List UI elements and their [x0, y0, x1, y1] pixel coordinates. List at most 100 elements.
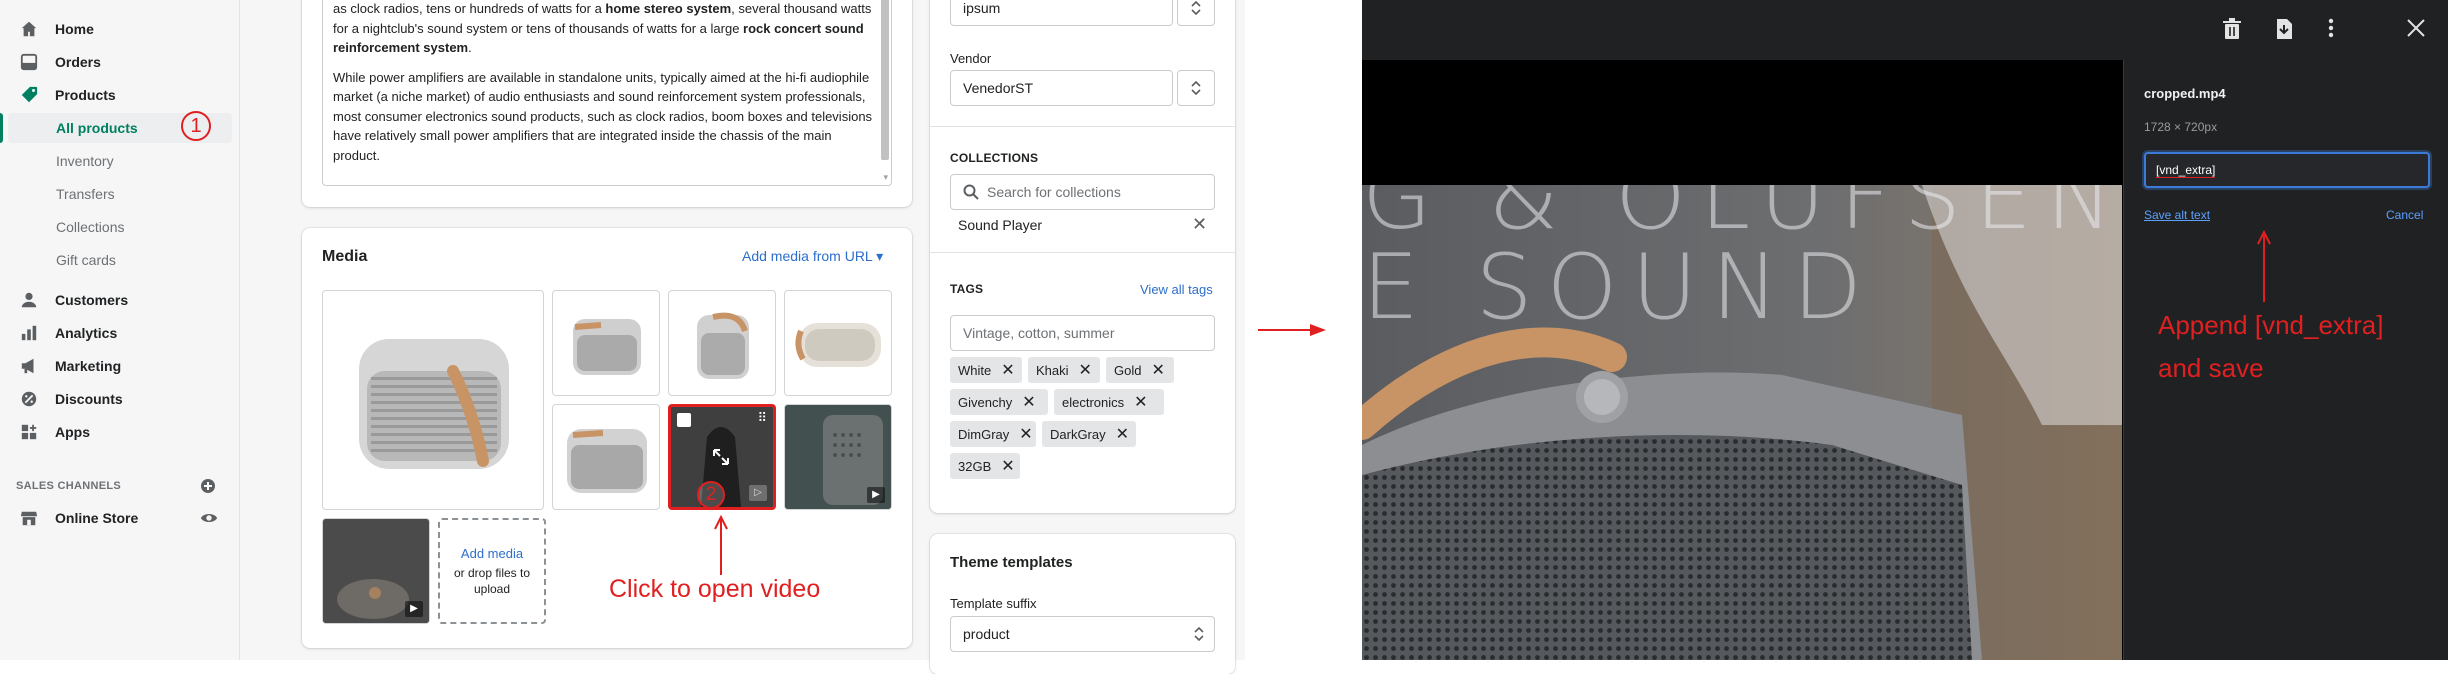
nav-gift-cards[interactable]: Gift cards	[0, 245, 232, 275]
expand-icon[interactable]	[711, 447, 731, 467]
add-sales-channel-icon[interactable]	[200, 478, 216, 494]
media-item-7[interactable]: ▶	[784, 404, 892, 510]
nav-discounts-label: Discounts	[55, 391, 123, 407]
tag-chip: electronics ✕	[1054, 389, 1164, 415]
collections-search[interactable]: Search for collections	[950, 174, 1215, 210]
type-select-arrows[interactable]	[1177, 0, 1215, 26]
media-item-5[interactable]	[552, 404, 660, 510]
nav-orders-label: Orders	[55, 54, 101, 70]
media-viewer: G & OLUFSEN E SOUND cropped.mp4 1728 × 7…	[1362, 0, 2448, 660]
megaphone-icon	[19, 356, 39, 376]
view-all-tags-link[interactable]: View all tags	[1140, 282, 1213, 297]
tag-label: DimGray	[958, 426, 1010, 442]
nav-transfers[interactable]: Transfers	[0, 179, 232, 209]
product-editor: as clock radios, tens or hundreds of wat…	[240, 0, 1245, 674]
divider	[930, 252, 1235, 253]
alt-text-value: [vnd_extra]	[2156, 163, 2216, 178]
drag-handle-icon[interactable]: ⠿	[757, 411, 767, 425]
nav-customers-label: Customers	[55, 292, 129, 308]
nav-home[interactable]: Home	[0, 14, 232, 44]
add-media-url-label: Add media from URL	[742, 248, 873, 264]
tag-chip: Gold ✕	[1106, 357, 1174, 383]
nav-products[interactable]: Products	[0, 80, 232, 110]
save-alt-text-link[interactable]: Save alt text	[2144, 208, 2210, 222]
discount-icon	[19, 389, 39, 409]
video-text-line-2: E SOUND	[1362, 235, 1876, 340]
tag-chip: White ✕	[950, 357, 1022, 383]
download-icon[interactable]	[2274, 18, 2296, 40]
transition-arrow	[1258, 322, 1328, 338]
product-type-field[interactable]: ipsum	[950, 0, 1173, 26]
nav-analytics-label: Analytics	[55, 325, 118, 341]
media-item-8[interactable]: ▶	[322, 518, 430, 624]
nav-orders[interactable]: Orders	[0, 47, 232, 77]
nav-online-store-label: Online Store	[55, 510, 139, 526]
video-player[interactable]: G & OLUFSEN E SOUND	[1362, 185, 2122, 660]
remove-tag-icon[interactable]: ✕	[1134, 392, 1147, 412]
template-suffix-value: product	[963, 626, 1010, 642]
remove-tag-icon[interactable]: ✕	[1079, 360, 1092, 380]
active-indicator	[0, 113, 3, 143]
remove-tag-icon[interactable]: ✕	[1151, 360, 1164, 380]
eye-icon[interactable]	[200, 510, 218, 526]
speaker-image	[359, 339, 509, 469]
media-item-4[interactable]	[784, 290, 892, 396]
remove-tag-icon[interactable]: ✕	[1116, 424, 1129, 444]
description-paragraph-2: While power amplifiers are available in …	[333, 69, 873, 163]
desc-text-1e: .	[468, 40, 472, 55]
remove-collection-icon[interactable]: ✕	[1192, 214, 1207, 235]
nav-inventory[interactable]: Inventory	[0, 146, 232, 176]
vendor-label: Vendor	[950, 51, 992, 66]
template-suffix-select[interactable]: product	[950, 616, 1215, 652]
speaker-thumb-2	[573, 319, 641, 375]
person-icon	[19, 290, 39, 310]
media-filename: cropped.mp4	[2144, 86, 2226, 101]
nav-customers[interactable]: Customers	[0, 285, 232, 315]
remove-tag-icon[interactable]: ✕	[1001, 456, 1014, 476]
select-checkbox[interactable]	[677, 413, 691, 427]
cancel-link[interactable]: Cancel	[2386, 208, 2423, 222]
media-dropzone[interactable]: Add media or drop files to upload	[438, 518, 546, 624]
video-play-icon: ▷	[749, 485, 767, 501]
scroll-down-icon[interactable]: ▾	[883, 172, 888, 183]
description-scrollbar[interactable]	[881, 0, 889, 160]
add-media-link[interactable]: Add media	[440, 546, 544, 561]
media-item-featured[interactable]	[322, 290, 544, 510]
nav-online-store[interactable]: Online Store	[0, 503, 232, 533]
remove-tag-icon[interactable]: ✕	[1001, 360, 1014, 380]
add-media-url-link[interactable]: Add media from URL ▾	[742, 248, 883, 265]
nav-analytics[interactable]: Analytics	[0, 318, 232, 348]
media-item-3[interactable]	[668, 290, 776, 396]
media-dimensions: 1728 × 720px	[2144, 120, 2218, 134]
vendor-select-arrows[interactable]	[1177, 70, 1215, 106]
nav-marketing[interactable]: Marketing	[0, 351, 232, 381]
tag-label: Khaki	[1036, 362, 1069, 378]
tag-chip: 32GB ✕	[950, 453, 1020, 479]
delete-icon[interactable]	[2222, 18, 2244, 40]
nav-gift-cards-label: Gift cards	[56, 252, 116, 268]
media-item-video-selected[interactable]: ⠿ ▷ 2	[668, 404, 776, 510]
vendor-field[interactable]: VenedorST	[950, 70, 1173, 106]
select-arrows-icon	[1194, 626, 1204, 644]
annotation-and-save: and save	[2158, 353, 2264, 383]
viewer-toolbar	[1362, 0, 2448, 60]
tags-heading: TAGS	[950, 282, 984, 296]
close-icon[interactable]	[2406, 18, 2428, 40]
desc-text-1a: as clock radios, tens or hundreds of wat…	[333, 1, 606, 16]
tag-icon	[19, 85, 39, 105]
remove-tag-icon[interactable]: ✕	[1019, 424, 1032, 444]
alt-text-input[interactable]: [vnd_extra]	[2144, 152, 2430, 188]
nav-apps[interactable]: Apps	[0, 417, 232, 447]
nav-discounts[interactable]: Discounts	[0, 384, 232, 414]
nav-apps-label: Apps	[55, 424, 90, 440]
step-2-marker: 2	[697, 481, 725, 507]
description-editor[interactable]: as clock radios, tens or hundreds of wat…	[322, 0, 892, 186]
tag-chip: Givenchy ✕	[950, 389, 1048, 415]
media-item-2[interactable]	[552, 290, 660, 396]
theme-templates-card: Theme templates Template suffix product	[930, 534, 1235, 674]
tags-input[interactable]: Vintage, cotton, summer	[950, 315, 1215, 351]
nav-collections[interactable]: Collections	[0, 212, 232, 242]
more-options-icon[interactable]	[2328, 18, 2338, 40]
remove-tag-icon[interactable]: ✕	[1022, 392, 1035, 412]
admin-sidebar: Home Orders Products All products Invent…	[0, 0, 240, 660]
